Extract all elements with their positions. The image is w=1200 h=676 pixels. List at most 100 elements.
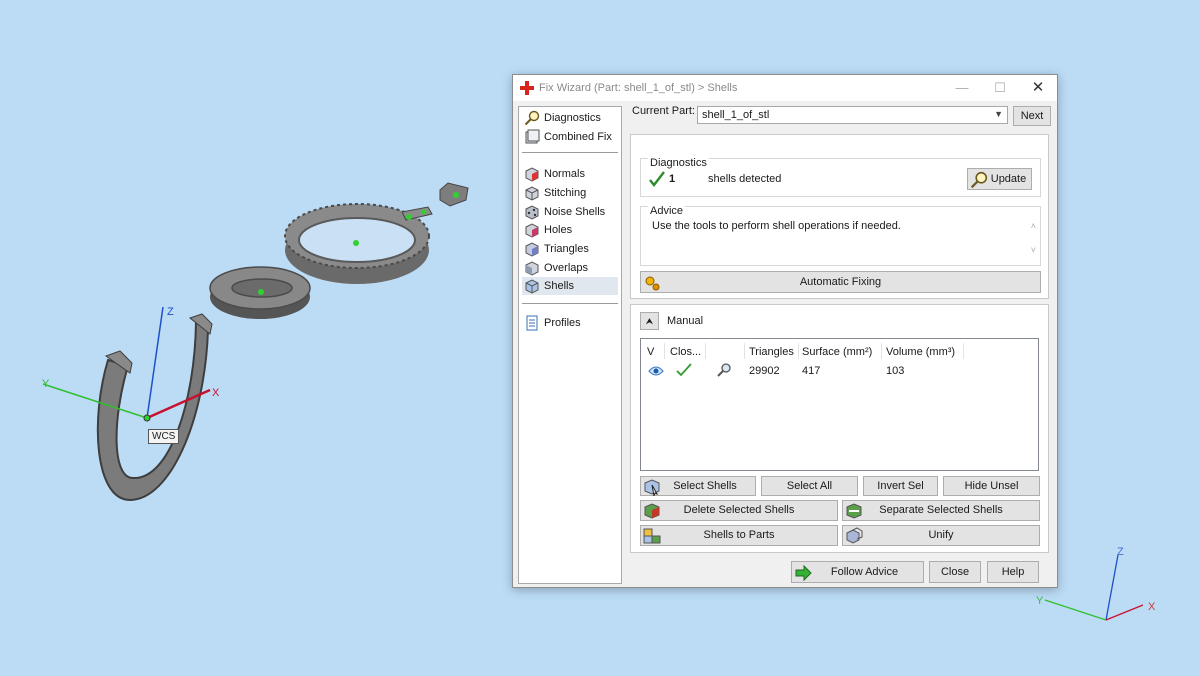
small-parts[interactable]	[401, 182, 469, 221]
red-cross-app-icon	[520, 81, 534, 95]
manual-label: Manual	[667, 315, 704, 327]
column-divider	[881, 343, 882, 359]
noise-shells-icon	[525, 205, 539, 220]
axis-label-y: Y	[42, 378, 50, 390]
select-all-button[interactable]: Select All	[761, 476, 858, 496]
nav-item-normals[interactable]: Normals	[522, 165, 618, 183]
nav-item-holes[interactable]: Holes	[522, 221, 618, 239]
nav-label: Profiles	[544, 317, 581, 329]
unify-button[interactable]: Unify	[842, 525, 1040, 546]
scroll-down-icon[interactable]: ˅	[1031, 245, 1036, 255]
delete-selected-shells-button[interactable]: Delete Selected Shells	[640, 500, 838, 521]
chevron-down-icon: ▼	[994, 109, 1003, 119]
nav-label: Combined Fix	[544, 131, 612, 143]
help-button[interactable]: Help	[987, 561, 1039, 583]
orientation-label-z: Z	[1117, 546, 1124, 558]
triangles-cube-icon	[525, 242, 539, 257]
magnifier-icon	[524, 110, 540, 126]
nav-label: Holes	[544, 224, 573, 236]
nav-item-diagnostics[interactable]: Diagnostics	[522, 109, 618, 127]
column-header-triangles[interactable]: Triangles	[749, 346, 794, 358]
nav-label: Normals	[544, 168, 585, 180]
nav-item-overlaps[interactable]: Overlaps	[522, 259, 618, 277]
select-shells-label: Select Shells	[673, 480, 737, 492]
separate-selected-shells-label: Separate Selected Shells	[879, 504, 1003, 516]
surface-value: 417	[802, 365, 821, 377]
close-button[interactable]: Close	[929, 561, 981, 583]
column-header-volume[interactable]: Volume (mm³)	[886, 346, 955, 358]
nav-label: Triangles	[544, 243, 589, 255]
normals-cube-icon	[525, 167, 539, 182]
nav-item-stitching[interactable]: Stitching	[522, 184, 618, 202]
current-part-label: Current Part:	[632, 105, 695, 117]
title-bar[interactable]: Fix Wizard (Part: shell_1_of_stl) > Shel…	[513, 75, 1057, 101]
next-button-label: Next	[1020, 110, 1044, 122]
update-button-label: Update	[990, 173, 1027, 185]
nav-divider	[522, 152, 618, 153]
select-all-label: Select All	[786, 480, 833, 492]
nav-item-triangles[interactable]: Triangles	[522, 240, 618, 258]
axis-label-x: X	[212, 387, 220, 399]
close-window-button[interactable]: ✕	[1019, 75, 1057, 101]
magnifier-icon	[970, 171, 988, 189]
invert-sel-button[interactable]: Invert Sel	[863, 476, 938, 496]
nav-item-combined-fix[interactable]: Combined Fix	[522, 128, 618, 146]
shells-table[interactable]: V Clos... Triangles Surface (mm²) Volume…	[640, 338, 1039, 471]
check-icon	[676, 363, 692, 377]
holes-cube-icon	[525, 223, 539, 238]
next-button[interactable]: Next	[1013, 106, 1051, 126]
magnifier-icon[interactable]	[716, 362, 732, 378]
shells-cube-icon	[525, 279, 539, 294]
fix-wizard-window: Fix Wizard (Part: shell_1_of_stl) > Shel…	[512, 74, 1058, 588]
delete-selected-shells-label: Delete Selected Shells	[683, 504, 795, 516]
automatic-fixing-label: Automatic Fixing	[799, 276, 882, 288]
current-part-value: shell_1_of_stl	[702, 109, 770, 121]
advice-title: Advice	[648, 205, 686, 217]
triangles-value: 29902	[749, 365, 780, 377]
diagnostics-group: Diagnostics 1 shells detected Update	[640, 157, 1041, 197]
hide-unsel-button[interactable]: Hide Unsel	[943, 476, 1040, 496]
scroll-up-icon[interactable]: ˄	[1031, 221, 1036, 231]
diagnostics-panel: Diagnostics 1 shells detected Update Adv…	[630, 134, 1049, 299]
update-button[interactable]: Update	[967, 168, 1032, 190]
check-icon	[649, 171, 665, 187]
manual-panel: ⮝ Manual V Clos... Triangles Surface (mm…	[630, 304, 1049, 553]
wcs-label: WCS	[148, 429, 180, 444]
arrow-right-icon	[795, 564, 812, 582]
nav-item-noise-shells[interactable]: Noise Shells	[522, 203, 618, 221]
column-divider	[798, 343, 799, 359]
separate-selected-shells-button[interactable]: Separate Selected Shells	[842, 500, 1040, 521]
nav-item-shells[interactable]: Shells	[522, 277, 618, 295]
nav-label: Stitching	[544, 187, 587, 199]
nav-item-profiles[interactable]: Profiles	[522, 314, 618, 332]
follow-advice-button[interactable]: Follow Advice	[791, 561, 924, 583]
column-header-surface[interactable]: Surface (mm²)	[802, 346, 872, 358]
orientation-label-x: X	[1148, 601, 1156, 613]
nav-label: Diagnostics	[544, 112, 601, 124]
maximize-button[interactable]: ☐	[981, 75, 1019, 101]
close-button-label: Close	[940, 566, 970, 578]
column-divider	[963, 343, 964, 359]
collapse-manual-button[interactable]: ⮝	[640, 312, 659, 330]
combined-fix-icon	[525, 129, 540, 144]
column-divider	[705, 343, 706, 359]
automatic-fixing-button[interactable]: Automatic Fixing	[640, 271, 1041, 293]
profiles-document-icon	[526, 315, 538, 331]
select-shells-button[interactable]: Select Shells	[640, 476, 756, 496]
nav-label: Overlaps	[544, 262, 589, 274]
wizard-nav: Diagnostics Combined Fix Normals Stitchi…	[518, 106, 622, 584]
gears-icon	[645, 276, 660, 291]
column-header-closed[interactable]: Clos...	[670, 346, 701, 358]
nav-label: Noise Shells	[544, 206, 606, 218]
delete-cube-icon	[644, 503, 660, 519]
current-part-select[interactable]: shell_1_of_stl ▼	[697, 106, 1008, 124]
orientation-axes	[1044, 554, 1144, 621]
minimize-button[interactable]: —	[943, 75, 981, 101]
column-divider	[744, 343, 745, 359]
eye-icon[interactable]	[648, 365, 664, 377]
column-header-v[interactable]: V	[647, 346, 654, 358]
shells-to-parts-button[interactable]: Shells to Parts	[640, 525, 838, 546]
disk-part[interactable]	[209, 266, 311, 319]
shell-count: 1	[669, 173, 676, 185]
select-cube-icon	[644, 479, 660, 496]
